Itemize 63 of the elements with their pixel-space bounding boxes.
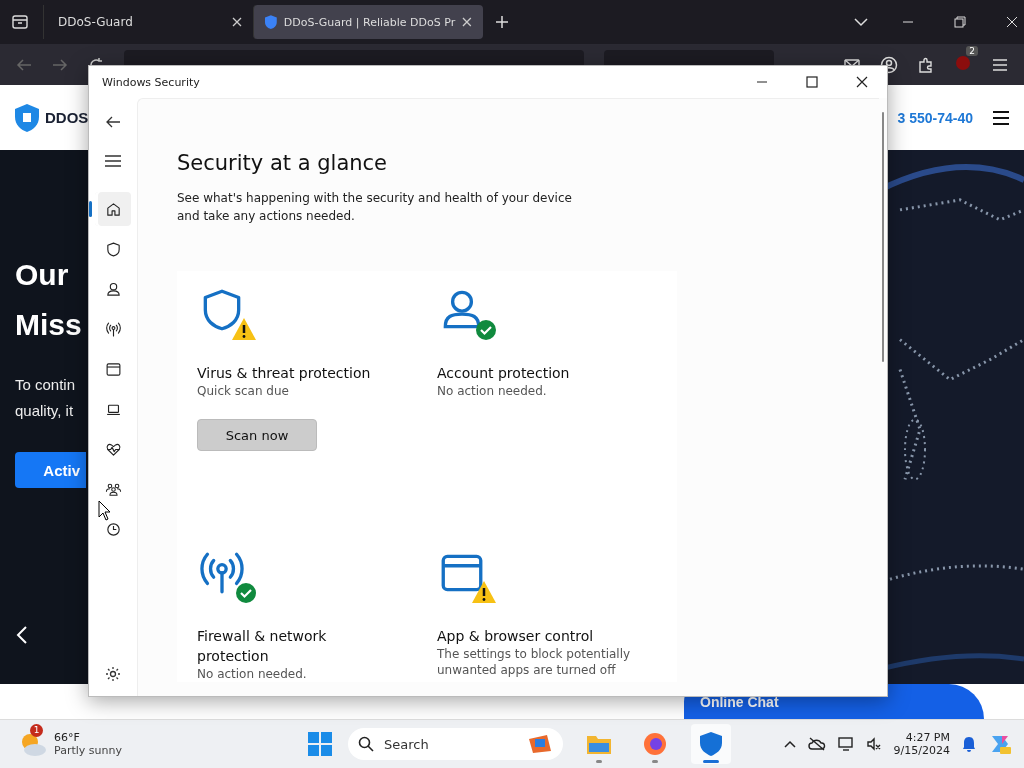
- person-icon: [104, 280, 122, 298]
- chevron-left-icon[interactable]: [16, 626, 28, 644]
- page-heading: Security at a glance: [177, 151, 389, 175]
- hero-text: quality, it: [15, 401, 74, 421]
- cloud-off-icon[interactable]: [807, 737, 826, 751]
- new-tab-icon[interactable]: [495, 15, 509, 29]
- clock-time: 4:27 PM: [905, 731, 950, 744]
- mouse-cursor-icon: [98, 500, 112, 522]
- scrollbar-thumb[interactable]: [882, 112, 884, 362]
- tab-title: DDoS-Guard | Reliable DDoS Pr: [283, 15, 456, 29]
- weather-condition: Partly sunny: [54, 744, 122, 757]
- display-icon[interactable]: [837, 736, 854, 752]
- hero-heading: Miss: [15, 307, 82, 343]
- card-status: The settings to block potentially unwanted apps are turned off: [437, 646, 632, 678]
- taskbar-app[interactable]: [691, 724, 731, 764]
- extension-badge: 2: [966, 45, 978, 56]
- card-status: No action needed.: [197, 666, 308, 682]
- maximize-icon[interactable]: [806, 76, 818, 88]
- chevron-down-icon[interactable]: [854, 17, 868, 27]
- phone-link[interactable]: 3 550-74-40: [897, 109, 973, 126]
- shield-icon: [104, 240, 122, 258]
- shield-icon: [264, 14, 278, 30]
- history-icon: [104, 520, 122, 538]
- puzzle-icon[interactable]: [918, 56, 934, 73]
- home-icon: [104, 200, 122, 218]
- folder-icon: [586, 733, 612, 755]
- tab-overview-icon[interactable]: [11, 13, 29, 31]
- activate-button[interactable]: Activ: [15, 452, 86, 488]
- back-icon[interactable]: [105, 114, 121, 130]
- intro-text: See what's happening with the security and health of your device and take any actions needed.: [177, 190, 573, 225]
- browser-tab[interactable]: DDoS-Guard | Reliable DDoS Pr: [253, 5, 483, 39]
- bell-icon[interactable]: [962, 736, 976, 752]
- forward-icon[interactable]: [52, 56, 68, 73]
- browser-window-icon: [104, 360, 122, 378]
- speaker-muted-icon[interactable]: [865, 736, 882, 752]
- close-icon[interactable]: [856, 76, 868, 88]
- windows-start-icon[interactable]: [308, 732, 332, 756]
- notification-badge: 1: [30, 724, 43, 737]
- card-title: Firewall & network protection: [197, 627, 328, 666]
- hero-heading: Our: [15, 257, 69, 293]
- taskbar-search[interactable]: Search: [348, 728, 563, 760]
- chevron-up-icon[interactable]: [783, 740, 796, 748]
- card-title: Virus & threat protection: [197, 364, 372, 383]
- clock-date: 9/15/2024: [893, 744, 950, 757]
- widget-icon: [527, 733, 553, 755]
- card-title: App & browser control: [437, 627, 595, 646]
- window-title: Windows Security: [102, 75, 200, 89]
- card-status: No action needed.: [437, 383, 548, 399]
- restore-icon[interactable]: [954, 16, 966, 28]
- antenna-icon: [104, 320, 122, 338]
- search-icon: [358, 736, 374, 752]
- shield-icon: [699, 731, 723, 757]
- tab-title: DDoS-Guard: [58, 15, 134, 29]
- temperature: 66°F: [54, 731, 81, 744]
- scan-now-button[interactable]: Scan now: [197, 419, 317, 451]
- card-status: Quick scan due: [197, 383, 290, 399]
- chat-label: Online Chat: [700, 693, 779, 710]
- card-title: Account protection: [437, 364, 571, 383]
- menu-icon[interactable]: [992, 109, 1010, 126]
- site-logo-text: DDOS: [45, 109, 89, 126]
- shield-logo-icon: [14, 102, 40, 133]
- browser-icon: [643, 732, 667, 756]
- hero-text: To contin: [15, 375, 76, 395]
